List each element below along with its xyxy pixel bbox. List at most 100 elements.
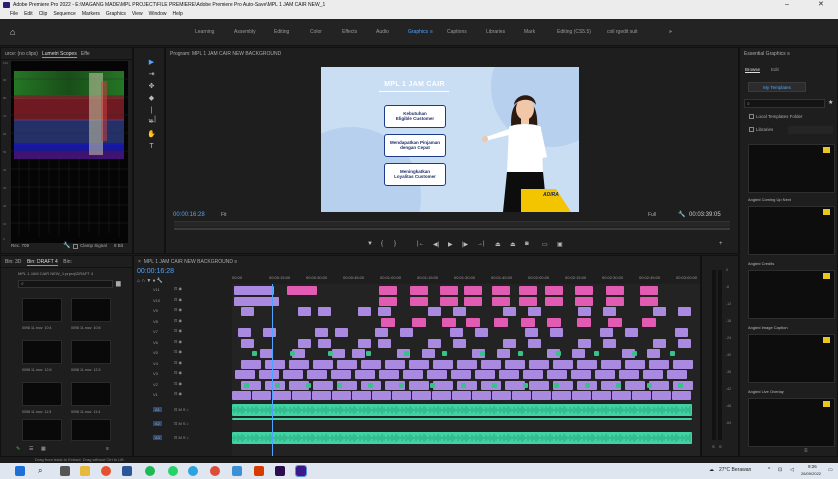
video-clip[interactable]: [238, 328, 251, 337]
clip-thumbnail[interactable]: [22, 298, 62, 322]
spotify-icon[interactable]: [145, 466, 155, 476]
video-clip[interactable]: bg: [472, 391, 491, 405]
video-clip[interactable]: [667, 370, 687, 379]
video-clip[interactable]: [545, 286, 563, 295]
video-clip[interactable]: [575, 296, 593, 306]
clip-thumbnail[interactable]: [71, 382, 111, 406]
menu-window[interactable]: Window: [149, 10, 167, 19]
weather-text[interactable]: 27°C Berawan: [719, 467, 751, 473]
video-clip[interactable]: bg: [572, 391, 591, 405]
video-track-header[interactable]: V7 ⊡ ◉: [134, 328, 232, 337]
video-clip[interactable]: [475, 370, 495, 379]
video-clip[interactable]: bg: [512, 391, 531, 405]
tab-bin-more[interactable]: Bin:: [63, 259, 72, 265]
template-thumb[interactable]: [748, 270, 835, 319]
windows-start-icon[interactable]: [15, 466, 25, 476]
tab-source[interactable]: urce: (no clips): [5, 51, 38, 57]
ripple-edit-icon[interactable]: ✥: [147, 82, 156, 91]
step-forward-icon[interactable]: |▶: [462, 241, 468, 248]
video-clip[interactable]: bg: [252, 391, 271, 405]
video-clip[interactable]: bg: [612, 391, 631, 405]
tab-custom[interactable]: coil rgedit suit: [607, 29, 638, 35]
effect-marker[interactable]: [556, 351, 561, 356]
video-clip[interactable]: [379, 286, 397, 295]
mute-solo-icon[interactable]: ⊡ M S ♪: [174, 421, 189, 426]
effect-marker[interactable]: [492, 382, 497, 388]
more-workspaces-icon[interactable]: »: [669, 29, 672, 35]
mark-out-icon[interactable]: }: [394, 241, 396, 247]
menu-file[interactable]: File: [10, 10, 18, 19]
clock-date[interactable]: 26/09/2022: [801, 471, 821, 476]
track-visibility-icon[interactable]: ⊡ ◉: [174, 297, 182, 302]
template-thumb[interactable]: [748, 206, 835, 255]
track-visibility-icon[interactable]: ⊡ ◉: [174, 370, 182, 375]
video-clip[interactable]: [595, 370, 615, 379]
video-clip[interactable]: [492, 286, 510, 295]
search-icon[interactable]: ⌕: [38, 466, 48, 476]
video-clip[interactable]: [466, 317, 480, 327]
effect-marker[interactable]: [404, 351, 409, 356]
video-clip[interactable]: [428, 307, 441, 316]
panel-menu-icon[interactable]: ≡: [804, 448, 808, 454]
template-thumb[interactable]: [748, 144, 835, 193]
video-clip[interactable]: [505, 380, 525, 390]
video-clip[interactable]: LOGO ADIRA: [287, 286, 317, 300]
file-explorer-icon[interactable]: [80, 466, 90, 476]
edge-icon[interactable]: [188, 466, 198, 476]
program-zoom-bar[interactable]: [174, 228, 730, 230]
audio-track-header[interactable]: A1 ⊡ M S ♪: [134, 404, 232, 417]
track-visibility-icon[interactable]: ⊡ ◉: [174, 339, 182, 344]
video-clip[interactable]: [601, 359, 621, 369]
video-clip[interactable]: [241, 359, 261, 369]
video-clip[interactable]: [358, 307, 371, 316]
solo-right-button[interactable]: S: [719, 444, 722, 449]
video-clip[interactable]: [577, 317, 591, 327]
menu-markers[interactable]: Markers: [82, 10, 100, 19]
video-clip[interactable]: [678, 338, 691, 348]
video-clip[interactable]: [547, 317, 561, 327]
video-clip[interactable]: [606, 286, 624, 295]
clip-thumbnail[interactable]: [22, 419, 62, 441]
clock-time[interactable]: 9:26: [808, 464, 817, 469]
video-clip[interactable]: [571, 370, 591, 379]
razor-tool-icon[interactable]: ◆: [147, 94, 156, 103]
mute-solo-icon[interactable]: ⊡ M S ♪: [174, 435, 189, 440]
video-clip[interactable]: [451, 370, 471, 379]
video-clip[interactable]: bg: [432, 391, 451, 405]
video-clip[interactable]: bg: [412, 391, 431, 405]
template-thumb[interactable]: [748, 398, 835, 447]
video-clip[interactable]: [381, 317, 395, 327]
video-clip[interactable]: [673, 380, 693, 390]
video-clip[interactable]: [640, 286, 658, 295]
video-clip[interactable]: [318, 307, 331, 316]
video-clip[interactable]: [494, 317, 508, 327]
solo-left-button[interactable]: S: [712, 444, 715, 449]
timeline-timecode[interactable]: 00:00:16:28: [137, 268, 174, 275]
effect-marker[interactable]: [430, 382, 435, 388]
video-clip[interactable]: [265, 359, 285, 369]
bin-search-input[interactable]: ⌕: [18, 280, 113, 288]
video-clip[interactable]: [649, 380, 669, 390]
mark-in-icon[interactable]: {: [381, 241, 383, 247]
video-clip[interactable]: [453, 338, 466, 348]
video-clip[interactable]: [619, 370, 639, 379]
zoom-fit-select[interactable]: Fit: [221, 212, 227, 218]
effect-marker[interactable]: [275, 382, 280, 388]
task-view-icon[interactable]: [60, 466, 70, 476]
tab-color[interactable]: Color: [310, 29, 322, 35]
program-timecode[interactable]: 00:00:16:28: [173, 212, 205, 218]
video-clip[interactable]: [361, 359, 381, 369]
video-clip[interactable]: [499, 370, 519, 379]
video-clip[interactable]: [427, 370, 447, 379]
video-clip[interactable]: [332, 349, 345, 358]
track-visibility-icon[interactable]: ⊡ ◉: [174, 286, 182, 291]
video-clip[interactable]: bg: [352, 391, 371, 405]
vr-icon[interactable]: ▣: [557, 241, 563, 248]
video-clip[interactable]: [409, 359, 429, 369]
video-clip[interactable]: [263, 328, 276, 337]
write-icon[interactable]: ✎: [16, 446, 20, 452]
lift-icon[interactable]: ⏏: [495, 241, 501, 248]
video-clip[interactable]: [440, 286, 458, 295]
video-track-header[interactable]: V9 ⊡ ◉: [134, 307, 232, 316]
tab-graphics[interactable]: Graphics: [408, 29, 428, 35]
